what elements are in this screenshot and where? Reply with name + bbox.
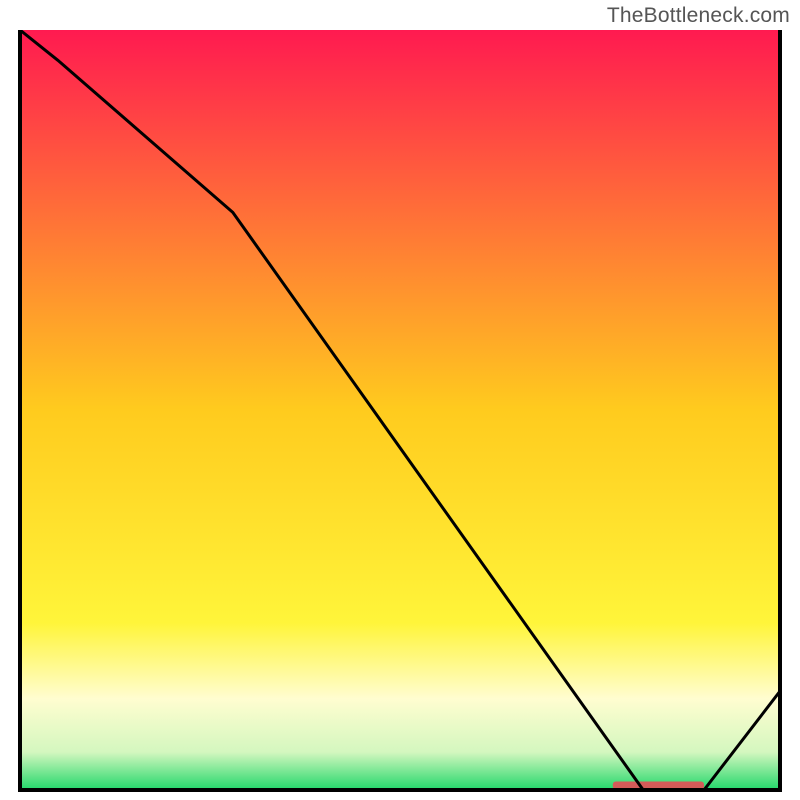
chart-stage: TheBottleneck.com	[0, 0, 800, 800]
plot-gradient-background	[20, 30, 780, 790]
watermark-label: TheBottleneck.com	[607, 4, 790, 28]
bottleneck-chart	[0, 0, 800, 800]
